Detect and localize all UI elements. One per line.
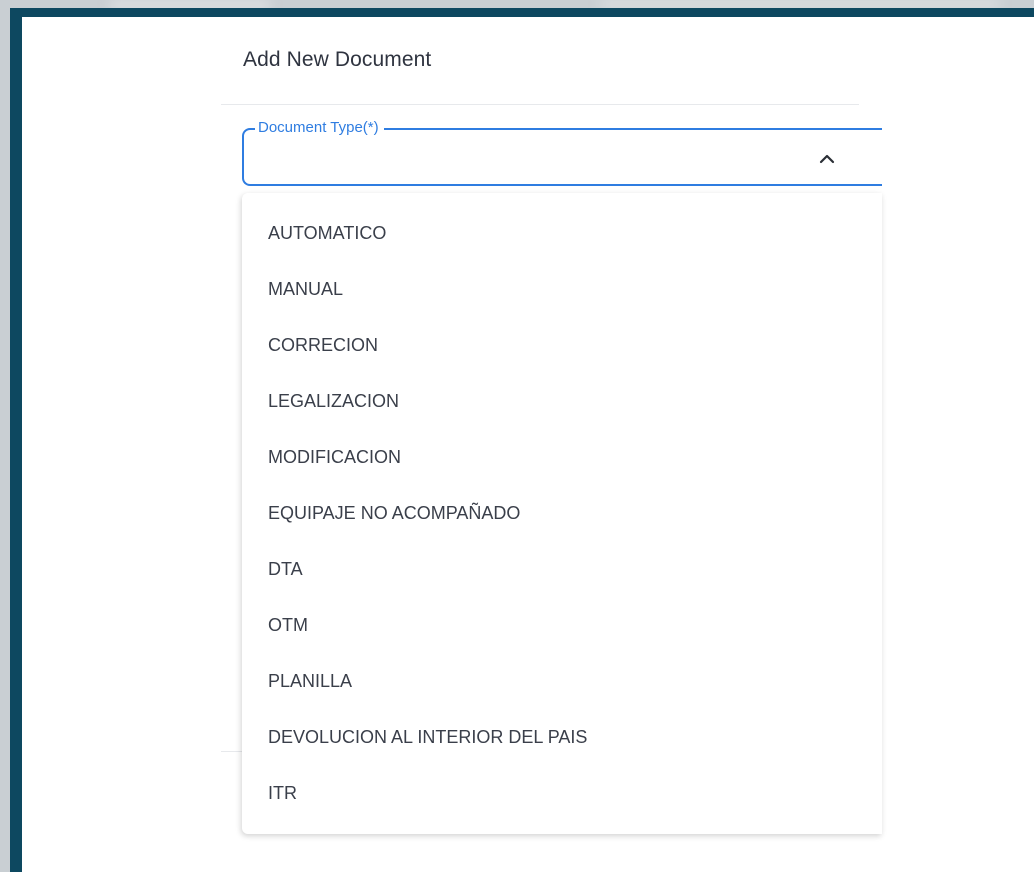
option-manual[interactable]: MANUAL <box>242 261 882 317</box>
document-type-options-menu: AUTOMATICO MANUAL CORRECION LEGALIZACION… <box>242 193 882 834</box>
option-equipaje-no-acompanado[interactable]: EQUIPAJE NO ACOMPAÑADO <box>242 485 882 541</box>
option-correcion[interactable]: CORRECION <box>242 317 882 373</box>
option-otm[interactable]: OTM <box>242 597 882 653</box>
option-itr[interactable]: ITR <box>242 765 882 821</box>
document-type-label: Document Type(*) <box>255 119 384 137</box>
option-devolucion-al-interior-del-pais[interactable]: DEVOLUCION AL INTERIOR DEL PAIS <box>242 709 882 765</box>
chevron-up-icon[interactable] <box>818 152 836 164</box>
option-modificacion[interactable]: MODIFICACION <box>242 429 882 485</box>
background-blur <box>600 0 1000 8</box>
dialog-title: Add New Document <box>243 48 432 71</box>
option-legalizacion[interactable]: LEGALIZACION <box>242 373 882 429</box>
option-planilla[interactable]: PLANILLA <box>242 653 882 709</box>
option-automatico[interactable]: AUTOMATICO <box>242 205 882 261</box>
dialog-panel: Add New Document Document Type(*) AUTOMA… <box>22 17 1034 872</box>
document-type-select[interactable]: Document Type(*) <box>242 119 882 186</box>
option-dta[interactable]: DTA <box>242 541 882 597</box>
header-divider <box>221 104 859 105</box>
